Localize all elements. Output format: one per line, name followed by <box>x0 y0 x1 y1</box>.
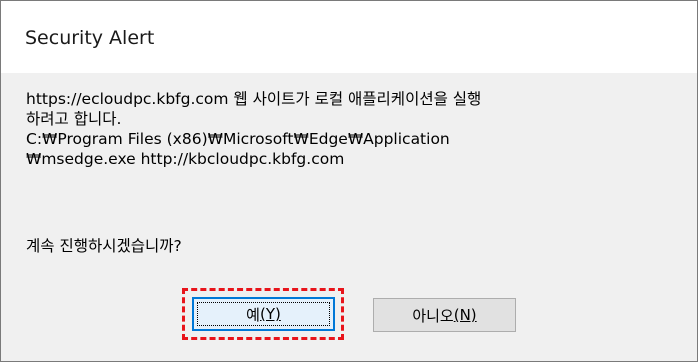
message-line: ₩msedge.exe http://kbcloudpc.kbfg.com <box>26 150 345 168</box>
dialog-title: Security Alert <box>25 27 155 49</box>
confirm-question: 계속 진행하시겠습니까? <box>26 237 182 255</box>
yes-button[interactable]: 예 (Y) <box>192 297 335 331</box>
dialog-title-bar: Security Alert <box>1 1 697 73</box>
message-line: C:₩Program Files (x86)₩Microsoft₩Edge₩Ap… <box>26 130 450 148</box>
security-alert-dialog: Security Alert https://ecloudpc.kbfg.com… <box>0 0 698 362</box>
no-button[interactable]: 아니오 (N) <box>373 298 516 332</box>
no-button-mnemonic: (N) <box>453 306 477 324</box>
message-line: 하려고 합니다. <box>26 110 122 128</box>
no-button-label: 아니오 <box>412 306 454 325</box>
dialog-message: https://ecloudpc.kbfg.com 웹 사이트가 로컬 애플리케… <box>26 89 676 169</box>
focus-rectangle <box>197 302 330 326</box>
message-line: https://ecloudpc.kbfg.com 웹 사이트가 로컬 애플리케… <box>26 90 482 108</box>
